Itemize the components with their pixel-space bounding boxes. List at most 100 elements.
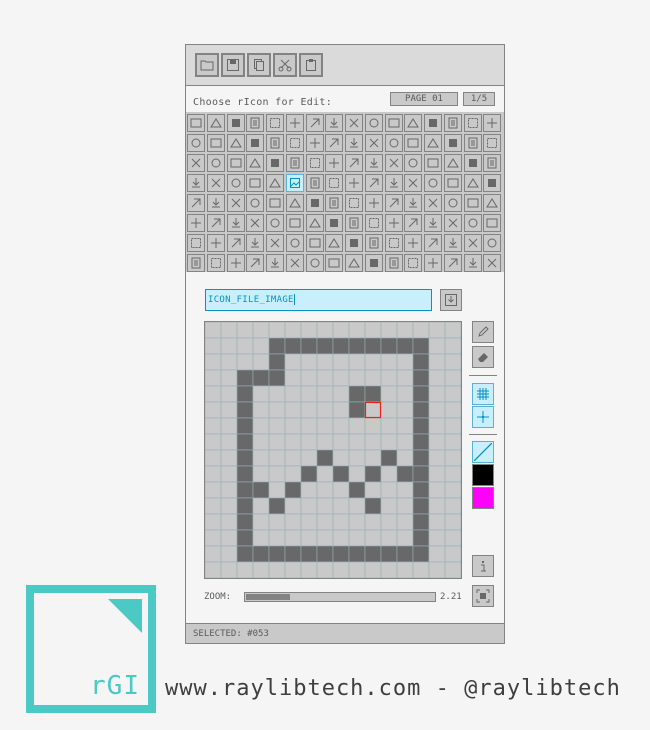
pixel-cell[interactable] — [396, 465, 414, 483]
icon-cell[interactable] — [285, 174, 304, 192]
pixel-cell[interactable] — [220, 369, 238, 387]
icon-cell[interactable] — [226, 154, 245, 172]
pixel-cell[interactable] — [428, 433, 446, 451]
pixel-cell[interactable] — [332, 322, 350, 339]
pixel-cell[interactable] — [236, 417, 254, 435]
pixel-cell[interactable] — [205, 561, 222, 578]
pixel-cell[interactable] — [205, 337, 222, 355]
pixel-cell[interactable] — [268, 561, 286, 578]
pixel-cell[interactable] — [268, 401, 286, 419]
pixel-cell[interactable] — [300, 353, 318, 371]
icon-cell[interactable] — [345, 214, 363, 232]
pixel-cell[interactable] — [316, 385, 334, 403]
icon-cell[interactable] — [246, 254, 265, 272]
icon-name-input[interactable]: ICON_FILE_IMAGE — [205, 289, 432, 311]
pixel-cell[interactable] — [428, 322, 446, 339]
icon-cell[interactable] — [404, 254, 423, 272]
icon-cell[interactable] — [463, 174, 482, 192]
pixel-cell[interactable] — [396, 385, 414, 403]
icon-cell[interactable] — [483, 174, 502, 192]
icon-cell[interactable] — [463, 234, 482, 252]
page-counter[interactable]: 1/5 — [463, 92, 495, 106]
pixel-cell[interactable] — [348, 322, 366, 339]
pixel-cell[interactable] — [428, 497, 446, 515]
pixel-cell[interactable] — [268, 353, 286, 371]
pixel-cell[interactable] — [300, 369, 318, 387]
icon-cell[interactable] — [364, 154, 383, 172]
pixel-cell[interactable] — [236, 353, 254, 371]
icon-cell[interactable] — [463, 254, 482, 272]
pixel-cell[interactable] — [205, 481, 222, 499]
icon-cell[interactable] — [266, 214, 284, 232]
pixel-cell[interactable] — [268, 529, 286, 547]
pixel-cell[interactable] — [205, 545, 222, 563]
pixel-cell[interactable] — [348, 385, 366, 403]
pixel-cell[interactable] — [252, 449, 270, 467]
icon-cell[interactable] — [364, 174, 383, 192]
pixel-cell[interactable] — [380, 545, 398, 563]
pixel-cell[interactable] — [348, 529, 366, 547]
pixel-cell[interactable] — [268, 337, 286, 355]
pixel-cell[interactable] — [428, 465, 446, 483]
pixel-cell[interactable] — [236, 433, 254, 451]
pixel-cell[interactable] — [300, 497, 318, 515]
pixel-cell[interactable] — [252, 481, 270, 499]
pixel-cell[interactable] — [364, 561, 382, 578]
pixel-cell[interactable] — [205, 322, 222, 339]
pixel-cell[interactable] — [300, 481, 318, 499]
pixel-cell[interactable] — [380, 529, 398, 547]
pixel-cell[interactable] — [428, 481, 446, 499]
pixel-cell[interactable] — [220, 353, 238, 371]
pixel-cell[interactable] — [444, 545, 461, 563]
eraser-tool-button[interactable] — [472, 346, 494, 368]
pixel-cell[interactable] — [380, 449, 398, 467]
pixel-cell[interactable] — [412, 417, 430, 435]
pixel-cell[interactable] — [444, 465, 461, 483]
pixel-cell[interactable] — [396, 337, 414, 355]
pixel-cell[interactable] — [332, 529, 350, 547]
icon-cell[interactable] — [325, 134, 344, 152]
pixel-grid[interactable] — [205, 322, 461, 578]
pixel-cell[interactable] — [396, 401, 414, 419]
pixel-cell[interactable] — [380, 385, 398, 403]
pixel-cell[interactable] — [220, 465, 238, 483]
pixel-cell[interactable] — [236, 529, 254, 547]
icon-cell[interactable] — [325, 154, 344, 172]
icon-cell[interactable] — [246, 214, 265, 232]
pixel-cell[interactable] — [252, 465, 270, 483]
pixel-cell[interactable] — [316, 433, 334, 451]
icon-cell[interactable] — [206, 254, 225, 272]
icon-cell[interactable] — [384, 114, 403, 132]
icon-cell[interactable] — [384, 134, 403, 152]
pixel-cell[interactable] — [300, 385, 318, 403]
pixel-cell[interactable] — [252, 529, 270, 547]
pixel-cell[interactable] — [220, 513, 238, 531]
pixel-cell[interactable] — [364, 449, 382, 467]
icon-cell[interactable] — [187, 114, 205, 132]
open-file-icon[interactable] — [195, 53, 219, 77]
pixel-cell[interactable] — [412, 513, 430, 531]
pixel-cell[interactable] — [428, 417, 446, 435]
pixel-cell[interactable] — [428, 513, 446, 531]
pixel-cell[interactable] — [300, 513, 318, 531]
pixel-cell[interactable] — [220, 497, 238, 515]
pixel-cell[interactable] — [348, 337, 366, 355]
pixel-cell[interactable] — [396, 545, 414, 563]
pixel-cell[interactable] — [412, 353, 430, 371]
pixel-cell[interactable] — [268, 433, 286, 451]
icon-cell[interactable] — [187, 254, 205, 272]
icon-cell[interactable] — [424, 134, 442, 152]
pixel-cell[interactable] — [428, 337, 446, 355]
pixel-cell[interactable] — [300, 465, 318, 483]
pixel-cell[interactable] — [332, 337, 350, 355]
pixel-cell[interactable] — [348, 561, 366, 578]
pixel-cell[interactable] — [252, 401, 270, 419]
icon-cell[interactable] — [246, 134, 265, 152]
icon-cell[interactable] — [483, 114, 502, 132]
icon-cell[interactable] — [226, 234, 245, 252]
crosshair-toggle-button[interactable] — [472, 406, 494, 428]
pixel-cell[interactable] — [252, 433, 270, 451]
icon-cell[interactable] — [206, 114, 225, 132]
zoom-slider[interactable] — [244, 592, 436, 602]
pixel-cell[interactable] — [428, 449, 446, 467]
